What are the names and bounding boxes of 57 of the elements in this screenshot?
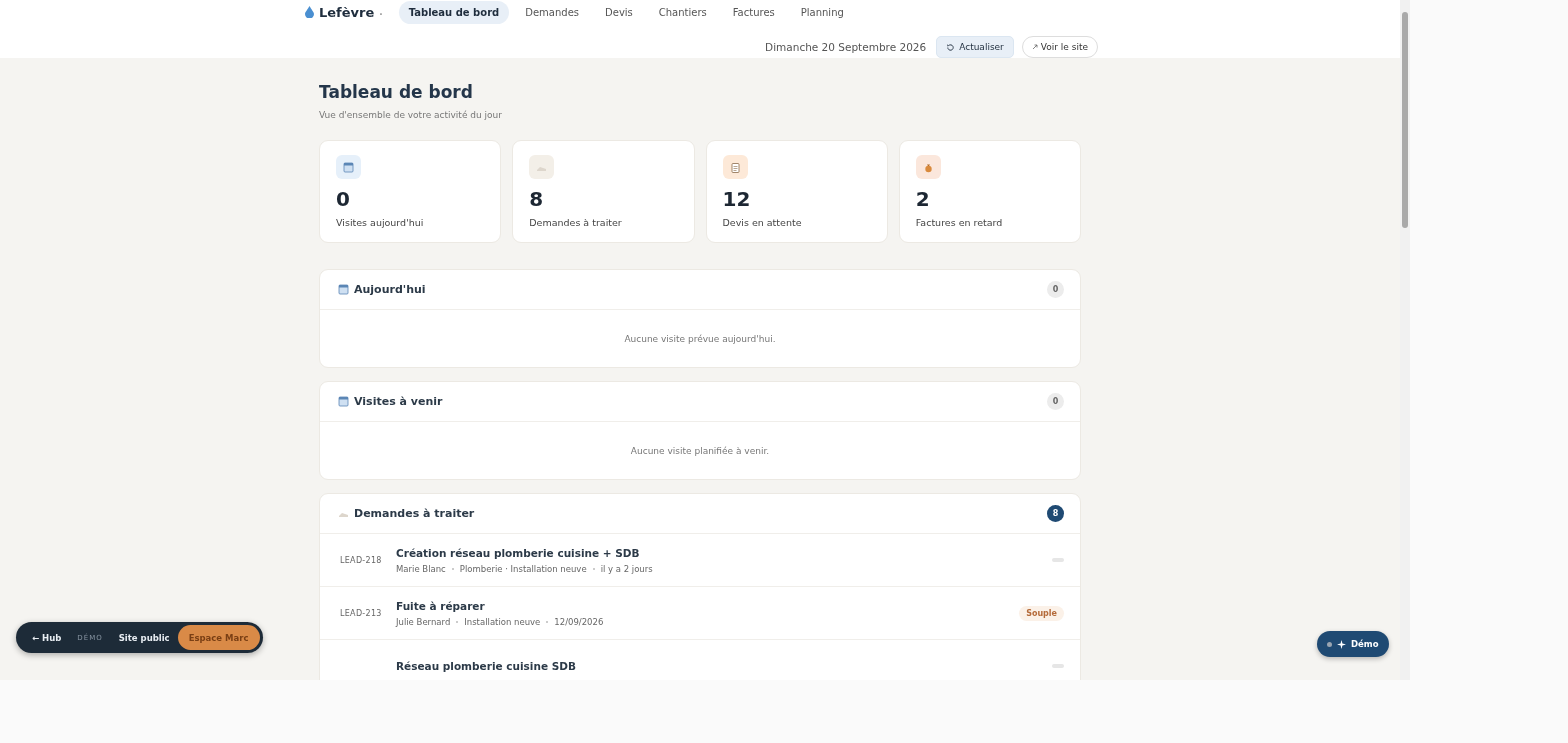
request-meta: Installation neuve: [464, 616, 541, 627]
nav-tab[interactable]: Planning: [790, 0, 854, 24]
sparkle-icon: [1337, 639, 1346, 649]
stat-value: 8: [529, 187, 545, 211]
request-title: Fuite à réparer: [396, 599, 486, 612]
scrollbar[interactable]: [1400, 0, 1410, 680]
count-badge: 0: [1047, 393, 1064, 410]
stat-label: Visites aujourd'hui: [336, 217, 425, 228]
request-row[interactable]: Réseau plomberie cuisine SDB: [320, 640, 1080, 680]
refresh-icon: [946, 42, 956, 52]
page-title: Tableau de bord: [319, 82, 474, 102]
page-subtitle: Vue d'ensemble de votre activité du jour: [319, 110, 503, 120]
brand-name[interactable]: Lefèvre: [319, 4, 375, 20]
request-meta: Julie Bernard: [396, 616, 451, 627]
brand-suffix: .: [379, 7, 383, 17]
view-site-button[interactable]: Voir le site: [1021, 36, 1098, 58]
stat-value: 12: [722, 187, 752, 211]
section-title: Demandes à traiter: [354, 507, 476, 520]
request-meta: il y a 2 jours: [600, 563, 653, 574]
nav-tab[interactable]: Demandes: [515, 0, 590, 24]
nav-tab[interactable]: Tableau de bord: [398, 0, 510, 24]
arrow-icon: [1031, 44, 1038, 50]
stat-label: Devis en attente: [722, 217, 803, 228]
request-meta: Marie Blanc: [396, 563, 446, 574]
current-date: Dimanche 20 Septembre 2026: [765, 41, 927, 53]
count-badge: 0: [1047, 281, 1064, 298]
switcher-link[interactable]: Site public: [110, 625, 178, 650]
request-meta: 12/09/2026: [554, 616, 604, 627]
request-meta: Plomberie · Installation neuve: [459, 563, 587, 574]
empty-message: Aucune visite planifiée à venir.: [629, 444, 771, 458]
calendar-icon: [338, 284, 349, 295]
section-title: Visites à venir: [354, 395, 444, 408]
request-title: Création réseau plomberie cuisine + SDB: [396, 546, 641, 559]
nav-tab[interactable]: Devis: [595, 0, 643, 24]
empty-message: Aucune visite prévue aujourd'hui.: [623, 332, 777, 346]
stat-value: 2: [915, 187, 931, 211]
request-row[interactable]: LEAD-218 Création réseau plomberie cuisine + SDB Marie Blanc Plomberie · Installation neuve il y a 2 jours: [320, 534, 1080, 587]
nav-tab[interactable]: Chantiers: [648, 0, 717, 24]
clipboard-icon: [722, 155, 748, 179]
refresh-button[interactable]: Actualiser: [936, 36, 1014, 58]
stat-label: Factures en retard: [915, 217, 1004, 228]
calendar-icon: [338, 396, 349, 407]
section-title: Aujourd'hui: [354, 283, 427, 296]
calendar-icon: [336, 155, 361, 179]
request-title: Réseau plomberie cuisine SDB: [396, 660, 577, 672]
nav-tab[interactable]: Factures: [722, 0, 785, 24]
demo-button[interactable]: Démo: [1317, 631, 1389, 657]
request-row[interactable]: LEAD-213 Fuite à réparer Julie Bernard Installation neuve 12/09/2026 Souple: [320, 587, 1080, 640]
flexibility-tag: Souple: [1019, 605, 1064, 621]
switcher-link[interactable]: ← Hub: [24, 625, 70, 650]
stat-value: 0: [336, 187, 351, 211]
lead-reference: LEAD-213: [340, 608, 383, 618]
stat-label: Demandes à traiter: [529, 217, 623, 228]
droplet-icon: [305, 6, 314, 18]
scrollbar-thumb[interactable]: [1402, 12, 1408, 228]
lead-reference: LEAD-218: [340, 555, 383, 565]
count-badge: 8: [1047, 505, 1064, 522]
